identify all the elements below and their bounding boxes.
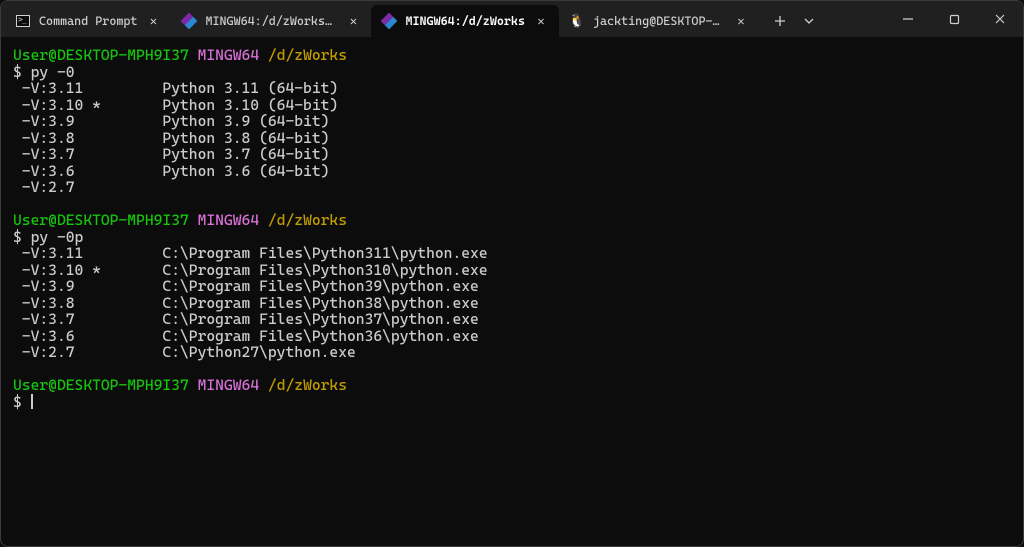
tab-strip: Command Prompt ✕ MINGW64:/d/zWorks/s ✕ M… (1, 1, 885, 37)
tab-label: jackting@DESKTOP-MP (593, 14, 725, 28)
git-bash-icon (181, 13, 197, 29)
terminal-output[interactable]: User@DESKTOP-MPH9I37 MINGW64 /d/zWorks $… (1, 37, 1023, 546)
tab-command-prompt[interactable]: Command Prompt ✕ (5, 5, 171, 37)
tab-label: Command Prompt (39, 14, 137, 28)
git-bash-icon (381, 13, 397, 29)
tab-dropdown-button[interactable] (797, 5, 821, 37)
close-icon[interactable]: ✕ (533, 13, 549, 29)
tab-label: MINGW64:/d/zWorks (405, 14, 525, 28)
tab-wsl[interactable]: 🐧 jackting@DESKTOP-MP ✕ (559, 5, 759, 37)
close-window-button[interactable] (977, 1, 1023, 37)
tux-icon: 🐧 (569, 13, 585, 29)
close-icon[interactable]: ✕ (733, 13, 749, 29)
maximize-button[interactable] (931, 1, 977, 37)
close-icon[interactable]: ✕ (145, 13, 161, 29)
titlebar: Command Prompt ✕ MINGW64:/d/zWorks/s ✕ M… (1, 1, 1023, 37)
tab-mingw64-zworks-s[interactable]: MINGW64:/d/zWorks/s ✕ (171, 5, 371, 37)
terminal-window: Command Prompt ✕ MINGW64:/d/zWorks/s ✕ M… (0, 0, 1024, 547)
cmd-icon (15, 13, 31, 29)
tab-label: MINGW64:/d/zWorks/s (205, 14, 337, 28)
tab-controls (759, 5, 821, 37)
close-icon[interactable]: ✕ (345, 13, 361, 29)
tab-mingw64-zworks[interactable]: MINGW64:/d/zWorks ✕ (371, 5, 559, 37)
window-controls (885, 1, 1023, 37)
new-tab-button[interactable] (763, 5, 797, 37)
minimize-button[interactable] (885, 1, 931, 37)
